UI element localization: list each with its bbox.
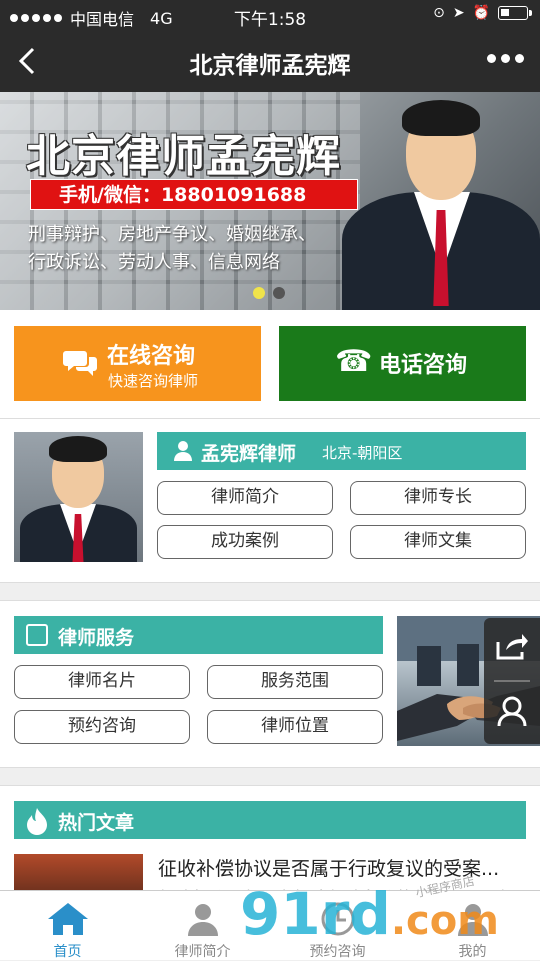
lawyer-name-bar: 孟宪辉律师 北京-朝阳区 (157, 432, 526, 470)
carousel-dot[interactable] (273, 287, 285, 299)
book-consult-button[interactable]: 预约咨询 (14, 710, 190, 744)
consult-actions: 在线咨询 快速咨询律师 ☎ 电话咨询 (0, 310, 540, 418)
phone-consult-title: 电话咨询 (379, 353, 468, 378)
banner-practice-line: 刑事辩护、房地产争议、婚姻继承、 (28, 224, 316, 245)
banner-practice-line: 行政诉讼、劳动人事、信息网络 (28, 252, 280, 273)
tab-home[interactable]: 首页 (0, 891, 135, 960)
location-icon: ➤ (452, 5, 465, 21)
lawyer-intro-button[interactable]: 律师简介 (157, 481, 333, 515)
page-title: 北京律师孟宪辉 (189, 53, 351, 79)
rotation-lock-icon: ⊙ (433, 5, 445, 21)
lawyer-location-button[interactable]: 律师位置 (207, 710, 383, 744)
online-consult-subtitle: 快速咨询律师 (108, 372, 199, 390)
service-scope-button[interactable]: 服务范围 (207, 665, 383, 699)
service-icon (26, 624, 48, 646)
alarm-icon: ⏰ (472, 5, 490, 21)
lawyer-portrait (342, 92, 540, 310)
carousel-dot[interactable] (253, 287, 265, 299)
service-title: 律师服务 (58, 627, 135, 649)
home-icon (47, 903, 88, 935)
chat-bubbles-icon (63, 351, 97, 376)
flame-icon (27, 808, 47, 835)
business-card-button[interactable]: 律师名片 (14, 665, 190, 699)
banner-carousel[interactable]: 北京律师孟宪辉 手机/微信：18801091688 刑事辩护、房地产争议、婚姻继… (0, 92, 540, 310)
customer-service-icon[interactable] (496, 694, 528, 728)
status-bar: 中国电信 4G 下午1:58 ⊙ ➤ ⏰ (0, 0, 540, 30)
lawyer-photo[interactable] (14, 432, 143, 562)
online-consult-button[interactable]: 在线咨询 快速咨询律师 (14, 326, 261, 401)
lawyer-location: 北京-朝阳区 (322, 444, 403, 462)
telephone-icon: ☎ (335, 344, 373, 379)
service-header: 律师服务 (14, 616, 383, 654)
watermark-main: 91rd (240, 880, 391, 948)
lawyer-name: 孟宪辉律师 (201, 443, 297, 465)
success-cases-button[interactable]: 成功案例 (157, 525, 333, 559)
share-icon[interactable] (496, 632, 528, 660)
banner-title: 北京律师孟宪辉 (26, 131, 341, 182)
more-button[interactable] (487, 54, 524, 63)
lawyer-card: 孟宪辉律师 北京-朝阳区 律师简介 律师专长 成功案例 律师文集 (0, 418, 540, 583)
person-icon (187, 904, 218, 936)
lawyer-service-section: 律师服务 律师名片 服务范围 预约咨询 律师位置 (0, 600, 540, 768)
tab-label: 首页 (53, 944, 82, 960)
floating-side-panel (484, 618, 540, 744)
carousel-indicator (253, 287, 285, 299)
lawyer-articles-button[interactable]: 律师文集 (350, 525, 526, 559)
lawyer-specialty-button[interactable]: 律师专长 (350, 481, 526, 515)
battery-icon (498, 6, 532, 20)
hot-articles-title: 热门文章 (58, 812, 135, 834)
phone-consult-button[interactable]: ☎ 电话咨询 (279, 326, 526, 401)
watermark-suffix: .com (390, 898, 499, 944)
nav-bar: 北京律师孟宪辉 (0, 30, 540, 92)
hot-articles-header: 热门文章 (14, 801, 526, 839)
online-consult-title: 在线咨询 (107, 344, 196, 369)
person-icon (174, 441, 192, 461)
banner-phone: 手机/微信：18801091688 (30, 179, 358, 210)
